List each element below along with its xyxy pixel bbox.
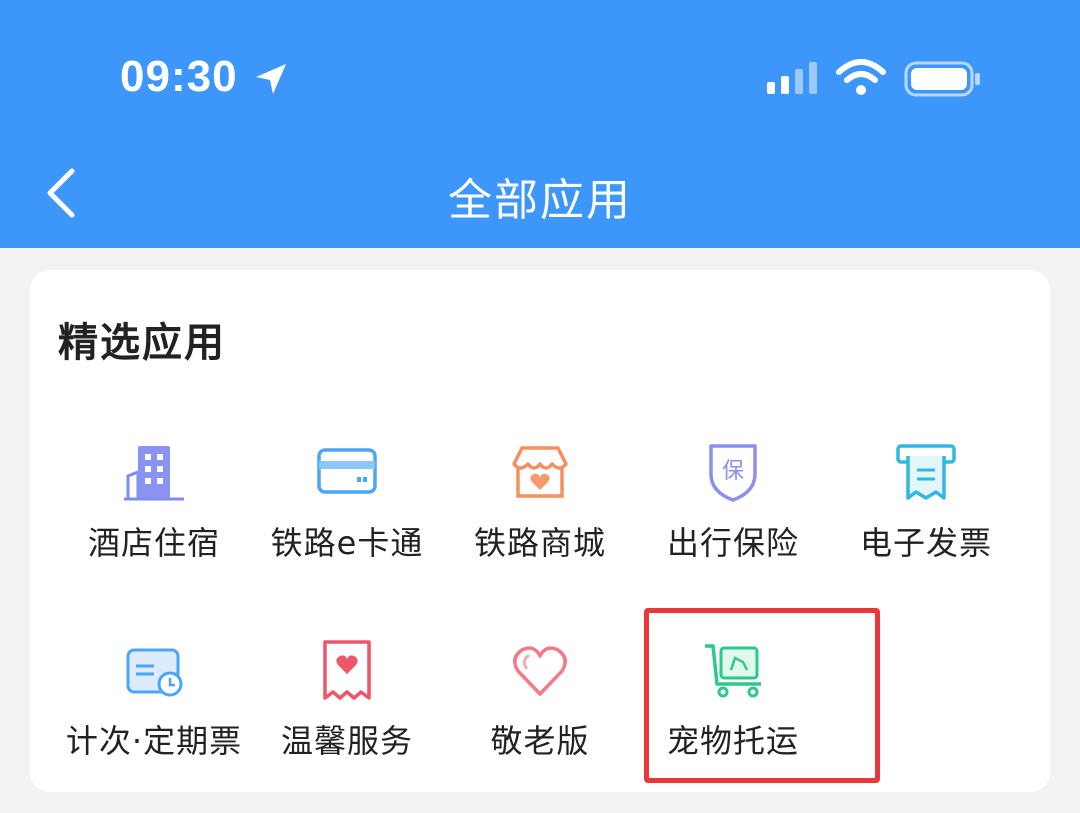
app-elderly-mode[interactable]: 敬老版	[443, 640, 637, 780]
app-care-service[interactable]: 温馨服务	[250, 640, 444, 780]
highlight-box	[644, 608, 880, 783]
hotel-building-icon	[124, 446, 184, 501]
app-rail-mall[interactable]: 铁路商城	[443, 442, 637, 582]
invoice-receipt-icon	[896, 444, 956, 500]
app-e-invoice[interactable]: 电子发票	[829, 442, 1023, 582]
header-bar: 09:30 全部应用	[0, 0, 1080, 248]
svg-text:保: 保	[722, 459, 744, 484]
elderly-heart-icon	[513, 646, 567, 696]
app-label: 电子发票	[859, 524, 992, 562]
app-period-ticket[interactable]: 计次·定期票	[57, 640, 251, 780]
wifi-icon	[836, 59, 886, 95]
app-rail-card[interactable]: 铁路e卡通	[250, 442, 444, 582]
mall-shop-icon	[512, 446, 568, 498]
app-travel-insurance[interactable]: 保 出行保险	[636, 442, 830, 582]
status-time: 09:30	[120, 52, 238, 101]
cellular-signal-icon	[767, 62, 817, 94]
insurance-shield-icon: 保	[709, 444, 757, 502]
page-title: 全部应用	[448, 175, 632, 226]
location-arrow-icon	[256, 64, 286, 94]
care-service-heart-icon	[323, 640, 371, 700]
period-ticket-clock-icon	[126, 648, 183, 697]
section-title: 精选应用	[58, 320, 226, 366]
battery-icon	[904, 61, 980, 97]
rail-card-icon	[317, 448, 377, 494]
app-hotel[interactable]: 酒店住宿	[57, 442, 251, 582]
